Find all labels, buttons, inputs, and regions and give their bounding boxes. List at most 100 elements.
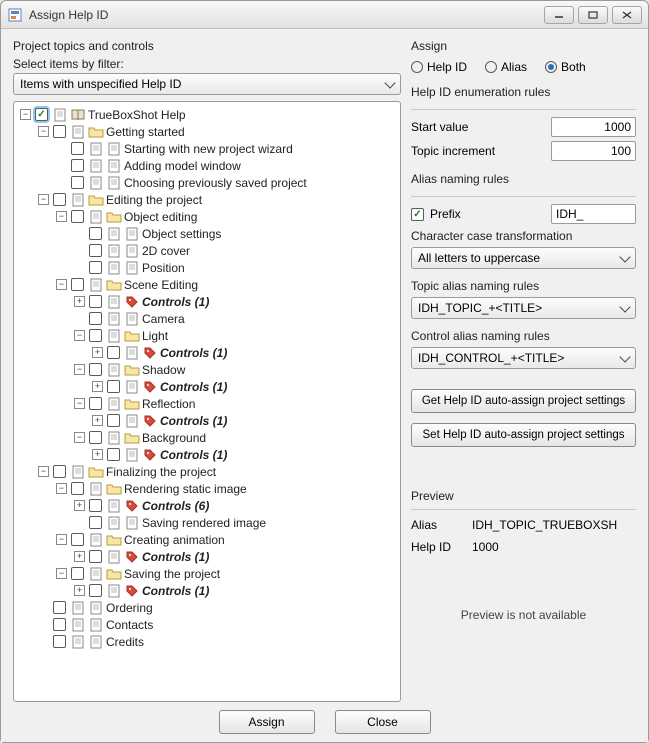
expand-toggle[interactable]: −: [56, 279, 67, 290]
case-combo[interactable]: All letters to uppercase: [411, 247, 636, 269]
expand-toggle[interactable]: −: [38, 466, 49, 477]
radio-helpid[interactable]: Help ID: [411, 60, 467, 74]
tree-checkbox[interactable]: [89, 363, 102, 376]
expand-toggle[interactable]: [74, 262, 85, 273]
set-settings-button[interactable]: Set Help ID auto-assign project settings: [411, 423, 636, 447]
tree-checkbox[interactable]: [89, 244, 102, 257]
tree-node[interactable]: Ordering: [38, 599, 398, 616]
tree-node[interactable]: −Saving the project: [56, 565, 398, 582]
tree-checkbox[interactable]: [107, 380, 120, 393]
tree-checkbox[interactable]: [89, 397, 102, 410]
tree-checkbox[interactable]: [71, 482, 84, 495]
expand-toggle[interactable]: +: [74, 585, 85, 596]
tree-node[interactable]: Camera: [74, 310, 398, 327]
tree-node[interactable]: Contacts: [38, 616, 398, 633]
tree-checkbox[interactable]: [35, 108, 48, 121]
expand-toggle[interactable]: −: [74, 398, 85, 409]
tree-node[interactable]: −Getting started: [38, 123, 398, 140]
tree-node[interactable]: −Reflection: [74, 395, 398, 412]
tree-node[interactable]: −Creating animation: [56, 531, 398, 548]
tree-checkbox[interactable]: [89, 261, 102, 274]
tree-checkbox[interactable]: [89, 550, 102, 563]
tree-checkbox[interactable]: [89, 499, 102, 512]
tree-node[interactable]: Object settings: [74, 225, 398, 242]
tree-node[interactable]: 2D cover: [74, 242, 398, 259]
tree-checkbox[interactable]: [53, 601, 66, 614]
expand-toggle[interactable]: +: [92, 415, 103, 426]
expand-toggle[interactable]: +: [92, 347, 103, 358]
expand-toggle[interactable]: [74, 517, 85, 528]
tree-node[interactable]: +Controls (1): [74, 582, 398, 599]
tree-node[interactable]: −Scene Editing: [56, 276, 398, 293]
tree-node[interactable]: −Shadow: [74, 361, 398, 378]
tree-node[interactable]: +Controls (1): [92, 412, 398, 429]
tree-node[interactable]: −Object editing: [56, 208, 398, 225]
tree-node[interactable]: −Rendering static image: [56, 480, 398, 497]
tree-node[interactable]: Position: [74, 259, 398, 276]
tree-checkbox[interactable]: [53, 465, 66, 478]
tree-node[interactable]: −Background: [74, 429, 398, 446]
expand-toggle[interactable]: +: [92, 449, 103, 460]
expand-toggle[interactable]: −: [74, 432, 85, 443]
expand-toggle[interactable]: −: [56, 568, 67, 579]
tree-checkbox[interactable]: [107, 346, 120, 359]
expand-toggle[interactable]: −: [38, 194, 49, 205]
expand-toggle[interactable]: −: [20, 109, 31, 120]
topic-rules-combo[interactable]: IDH_TOPIC_+<TITLE>: [411, 297, 636, 319]
tree-node[interactable]: Credits: [38, 633, 398, 650]
tree-checkbox[interactable]: [71, 142, 84, 155]
tree-node[interactable]: Adding model window: [56, 157, 398, 174]
tree-node[interactable]: +Controls (1): [74, 293, 398, 310]
expand-toggle[interactable]: +: [92, 381, 103, 392]
expand-toggle[interactable]: [74, 313, 85, 324]
filter-combo[interactable]: Items with unspecified Help ID: [13, 73, 401, 95]
maximize-button[interactable]: [578, 6, 608, 24]
tree-checkbox[interactable]: [71, 533, 84, 546]
tree-node[interactable]: +Controls (1): [92, 344, 398, 361]
tree-checkbox[interactable]: [107, 448, 120, 461]
expand-toggle[interactable]: −: [56, 534, 67, 545]
tree-node[interactable]: −Finalizing the project: [38, 463, 398, 480]
titlebar[interactable]: Assign Help ID: [1, 1, 648, 29]
prefix-checkbox[interactable]: [411, 208, 424, 221]
tree-checkbox[interactable]: [89, 227, 102, 240]
expand-toggle[interactable]: [74, 228, 85, 239]
tree-node[interactable]: +Controls (1): [92, 378, 398, 395]
expand-toggle[interactable]: −: [56, 211, 67, 222]
tree-checkbox[interactable]: [89, 312, 102, 325]
tree-node[interactable]: +Controls (6): [74, 497, 398, 514]
close-dialog-button[interactable]: Close: [335, 710, 431, 734]
tree-checkbox[interactable]: [53, 618, 66, 631]
tree-node[interactable]: Starting with new project wizard: [56, 140, 398, 157]
control-rules-combo[interactable]: IDH_CONTROL_+<TITLE>: [411, 347, 636, 369]
tree-checkbox[interactable]: [71, 159, 84, 172]
expand-toggle[interactable]: +: [74, 296, 85, 307]
tree-checkbox[interactable]: [71, 210, 84, 223]
tree-checkbox[interactable]: [53, 193, 66, 206]
minimize-button[interactable]: [544, 6, 574, 24]
expand-toggle[interactable]: +: [74, 500, 85, 511]
tree-checkbox[interactable]: [53, 125, 66, 138]
expand-toggle[interactable]: [38, 602, 49, 613]
expand-toggle[interactable]: [38, 636, 49, 647]
expand-toggle[interactable]: −: [38, 126, 49, 137]
expand-toggle[interactable]: −: [56, 483, 67, 494]
tree-node[interactable]: −Light: [74, 327, 398, 344]
tree-node[interactable]: Choosing previously saved project: [56, 174, 398, 191]
tree-node[interactable]: −TrueBoxShot Help: [20, 106, 398, 123]
tree-checkbox[interactable]: [89, 295, 102, 308]
tree-checkbox[interactable]: [71, 278, 84, 291]
tree-view[interactable]: −TrueBoxShot Help−Getting startedStartin…: [13, 101, 401, 702]
radio-both[interactable]: Both: [545, 60, 586, 74]
tree-node[interactable]: −Editing the project: [38, 191, 398, 208]
tree-checkbox[interactable]: [53, 635, 66, 648]
tree-checkbox[interactable]: [89, 431, 102, 444]
expand-toggle[interactable]: [38, 619, 49, 630]
assign-button[interactable]: Assign: [219, 710, 315, 734]
tree-checkbox[interactable]: [107, 414, 120, 427]
expand-toggle[interactable]: [56, 143, 67, 154]
radio-alias[interactable]: Alias: [485, 60, 527, 74]
expand-toggle[interactable]: [56, 160, 67, 171]
close-button[interactable]: [612, 6, 642, 24]
tree-node[interactable]: Saving rendered image: [74, 514, 398, 531]
